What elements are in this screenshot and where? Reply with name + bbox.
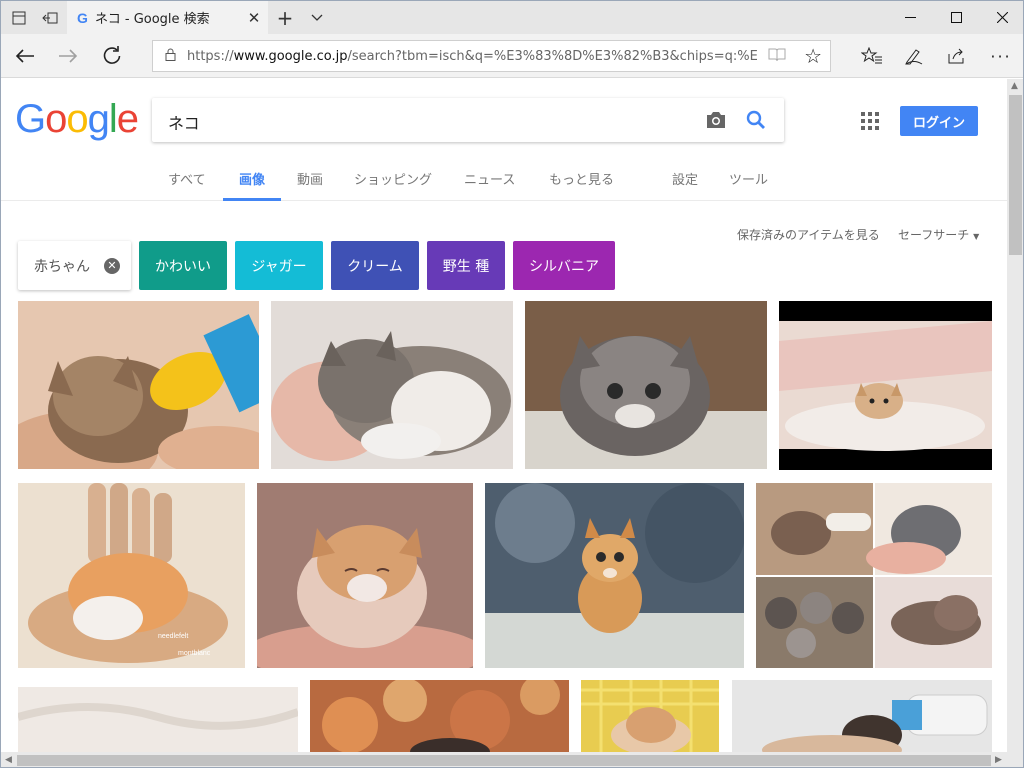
reading-view-icon[interactable] [768,47,786,66]
chip-label: 赤ちゃん [34,258,90,275]
saved-items-link[interactable]: 保存済みのアイテムを見る [737,226,880,243]
tab-tools[interactable]: ツール [729,165,768,201]
search-input[interactable]: ネコ [168,110,200,134]
scroll-thumb[interactable] [1009,95,1022,255]
image-result[interactable] [525,301,767,469]
share-icon[interactable] [935,34,979,78]
vertical-scrollbar[interactable]: ▲ [1007,79,1023,752]
image-result[interactable] [756,483,992,668]
browser-window: G ネコ - Google 検索 ✕ + https://www.google.… [0,0,1024,768]
google-logo[interactable]: Google [15,97,139,142]
refresh-icon[interactable] [90,34,134,78]
image-result[interactable] [779,301,992,470]
pen-icon[interactable] [892,34,936,78]
lock-icon [165,48,187,65]
image-result[interactable] [18,301,259,469]
tab-bar: G ネコ - Google 検索 ✕ + [1,1,1023,34]
image-result[interactable] [271,301,513,469]
logo-letter: e [116,97,139,141]
set-tabs-aside-icon[interactable] [34,1,66,34]
plus-icon[interactable]: + [269,1,301,34]
tab-news[interactable]: ニュース [464,165,515,201]
image-result[interactable] [485,483,744,668]
more-icon[interactable]: ··· [979,34,1023,78]
url-prefix: https:// [187,48,234,64]
chip-cute[interactable]: かわいい [139,241,227,290]
scroll-right-icon[interactable]: ▶ [995,755,1002,765]
arrow-right-icon[interactable] [46,34,90,78]
tab-images[interactable]: 画像 [223,165,281,201]
scroll-up-icon[interactable]: ▲ [1011,81,1018,91]
tab-more[interactable]: もっと見る [549,165,614,201]
tab-active[interactable]: G ネコ - Google 検索 ✕ [67,1,268,34]
safesearch-dropdown[interactable]: セーフサーチ ▼ [898,226,979,243]
image-result[interactable] [257,483,473,668]
maximize-icon[interactable] [933,1,979,34]
arrow-left-icon[interactable] [3,34,47,78]
search-tabs: すべて 画像 動画 ショッピング ニュース もっと見る 設定 ツール [1,165,901,201]
tab-all[interactable]: すべて [168,165,206,201]
logo-letter: G [15,97,46,141]
star-icon[interactable]: ☆ [804,44,822,68]
remove-chip-icon[interactable]: ✕ [104,257,120,274]
scroll-left-icon[interactable]: ◀ [5,755,12,765]
tab-list-icon[interactable] [3,1,35,34]
image-result[interactable] [310,680,569,752]
chip-jaguar[interactable]: ジャガー [235,241,323,290]
logo-letter: o [45,97,67,141]
image-result[interactable] [18,687,298,752]
tab-videos[interactable]: 動画 [297,165,323,201]
minimize-icon[interactable] [887,1,933,34]
search-icon[interactable] [744,108,768,132]
tab-title: ネコ - Google 検索 [95,12,210,27]
chip-cream[interactable]: クリーム [331,241,419,290]
close-icon[interactable]: ✕ [240,9,268,27]
google-favicon: G [77,9,88,26]
url-path: /search?tbm=isch&q=%E3%83%8D%E3%82%B3&ch… [347,48,757,64]
caret-down-icon: ▼ [973,232,980,241]
address-bar[interactable]: https://www.google.co.jp/search?tbm=isch… [152,40,831,72]
favorites-list-icon[interactable] [850,34,894,78]
scroll-thumb[interactable] [17,755,991,766]
image-result[interactable] [581,680,719,752]
chevron-down-icon[interactable] [301,1,333,34]
login-button[interactable]: ログイン [900,106,978,136]
tab-shopping[interactable]: ショッピング [354,165,432,201]
logo-letter: l [108,97,118,141]
search-box[interactable]: ネコ [152,98,784,142]
apps-grid-icon[interactable] [861,112,879,130]
chip-baby[interactable]: 赤ちゃん ✕ [18,241,131,290]
horizontal-scrollbar[interactable]: ◀ ▶ [1,752,1007,767]
image-result[interactable] [732,680,992,752]
url-domain: www.google.co.jp [233,48,348,64]
logo-letter: o [66,97,88,141]
chip-wild-species[interactable]: 野生 種 [427,241,505,290]
image-caption: montblanc [178,650,211,657]
image-result[interactable]: needlefelt montblanc [18,483,245,668]
safesearch-label: セーフサーチ [898,228,970,242]
google-header: Google ネコ ログイン すべて 画像 動画 ショッピング ニュース もっと… [1,79,1007,201]
close-icon[interactable] [979,1,1023,34]
image-caption: needlefelt [158,633,188,640]
tab-settings[interactable]: 設定 [672,165,698,201]
url-text: https://www.google.co.jp/search?tbm=isch… [187,49,757,64]
navigation-bar: https://www.google.co.jp/search?tbm=isch… [1,34,1023,78]
logo-letter: g [87,97,110,141]
camera-icon[interactable] [704,108,728,132]
scrollbar-corner [1007,752,1023,767]
chip-sylvanian[interactable]: シルバニア [513,241,615,290]
